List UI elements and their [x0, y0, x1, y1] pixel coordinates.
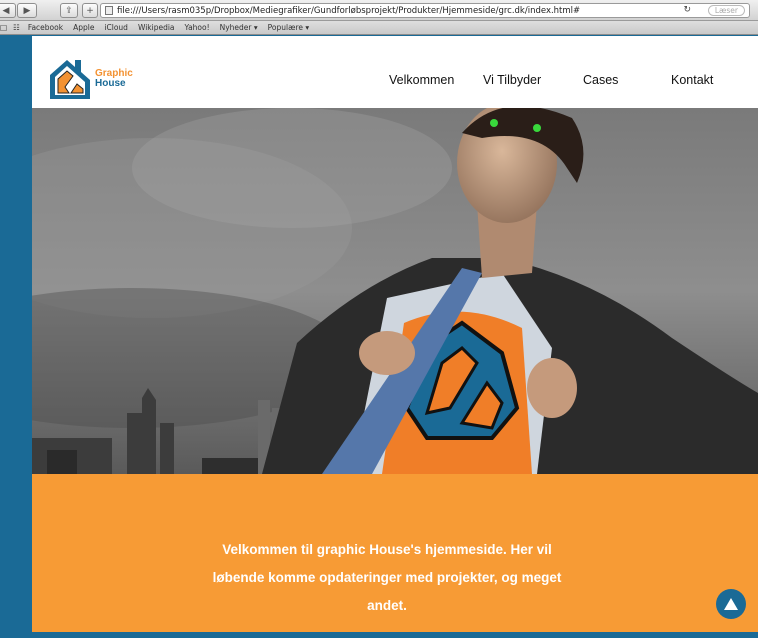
forward-button[interactable]: ▶ [17, 3, 37, 18]
address-bar[interactable]: file:///Users/rasm035p/Dropbox/Mediegraf… [100, 3, 750, 18]
welcome-section: Velkommen til graphic House's hjemmeside… [32, 474, 758, 632]
bookmark-nyheder[interactable]: Nyheder ▾ [220, 23, 258, 32]
hero-image [32, 108, 758, 474]
page-icon [105, 6, 113, 15]
bookmark-wikipedia[interactable]: Wikipedia [138, 23, 175, 32]
browser-toolbar: ◀ ▶ ⇪ + file:///Users/rasm035p/Dropbox/M… [0, 0, 758, 21]
hero-illustration [32, 108, 758, 474]
reader-button[interactable]: Læser [707, 5, 745, 16]
bookmarks-bar: □ ☷ Facebook Apple iCloud Wikipedia Yaho… [0, 21, 758, 35]
bookmark-yahoo[interactable]: Yahoo! [185, 23, 210, 32]
bookmark-populaere[interactable]: Populære ▾ [268, 23, 310, 32]
scroll-to-top-button[interactable] [716, 589, 746, 619]
site-header: Graphic House Velkommen Vi Tilbyder Case… [32, 53, 758, 108]
reading-list-icon[interactable]: □ [0, 23, 7, 32]
arrow-up-icon [724, 598, 738, 610]
nav-cases[interactable]: Cases [583, 73, 618, 87]
welcome-text: Velkommen til graphic House's hjemmeside… [212, 542, 562, 613]
graphic-house-logo[interactable]: Graphic House [47, 57, 137, 103]
share-icon[interactable]: ⇪ [60, 3, 78, 18]
back-button[interactable]: ◀ [0, 3, 16, 18]
nav-velkommen[interactable]: Velkommen [389, 73, 454, 87]
logo-text: Graphic House [95, 69, 133, 89]
reload-icon[interactable]: ↻ [683, 5, 691, 15]
bookmark-icloud[interactable]: iCloud [104, 23, 128, 32]
url-text: file:///Users/rasm035p/Dropbox/Mediegraf… [117, 5, 581, 16]
bookmark-apple[interactable]: Apple [73, 23, 94, 32]
logo-house-icon [50, 60, 90, 99]
add-bookmark-button[interactable]: + [82, 3, 98, 18]
nav-vi-tilbyder[interactable]: Vi Tilbyder [483, 73, 541, 87]
nav-kontakt[interactable]: Kontakt [671, 73, 713, 87]
bookmark-facebook[interactable]: Facebook [28, 23, 63, 32]
web-page: Graphic House Velkommen Vi Tilbyder Case… [32, 36, 758, 632]
top-sites-icon[interactable]: ☷ [13, 23, 20, 32]
logo-line-2: House [95, 78, 126, 89]
